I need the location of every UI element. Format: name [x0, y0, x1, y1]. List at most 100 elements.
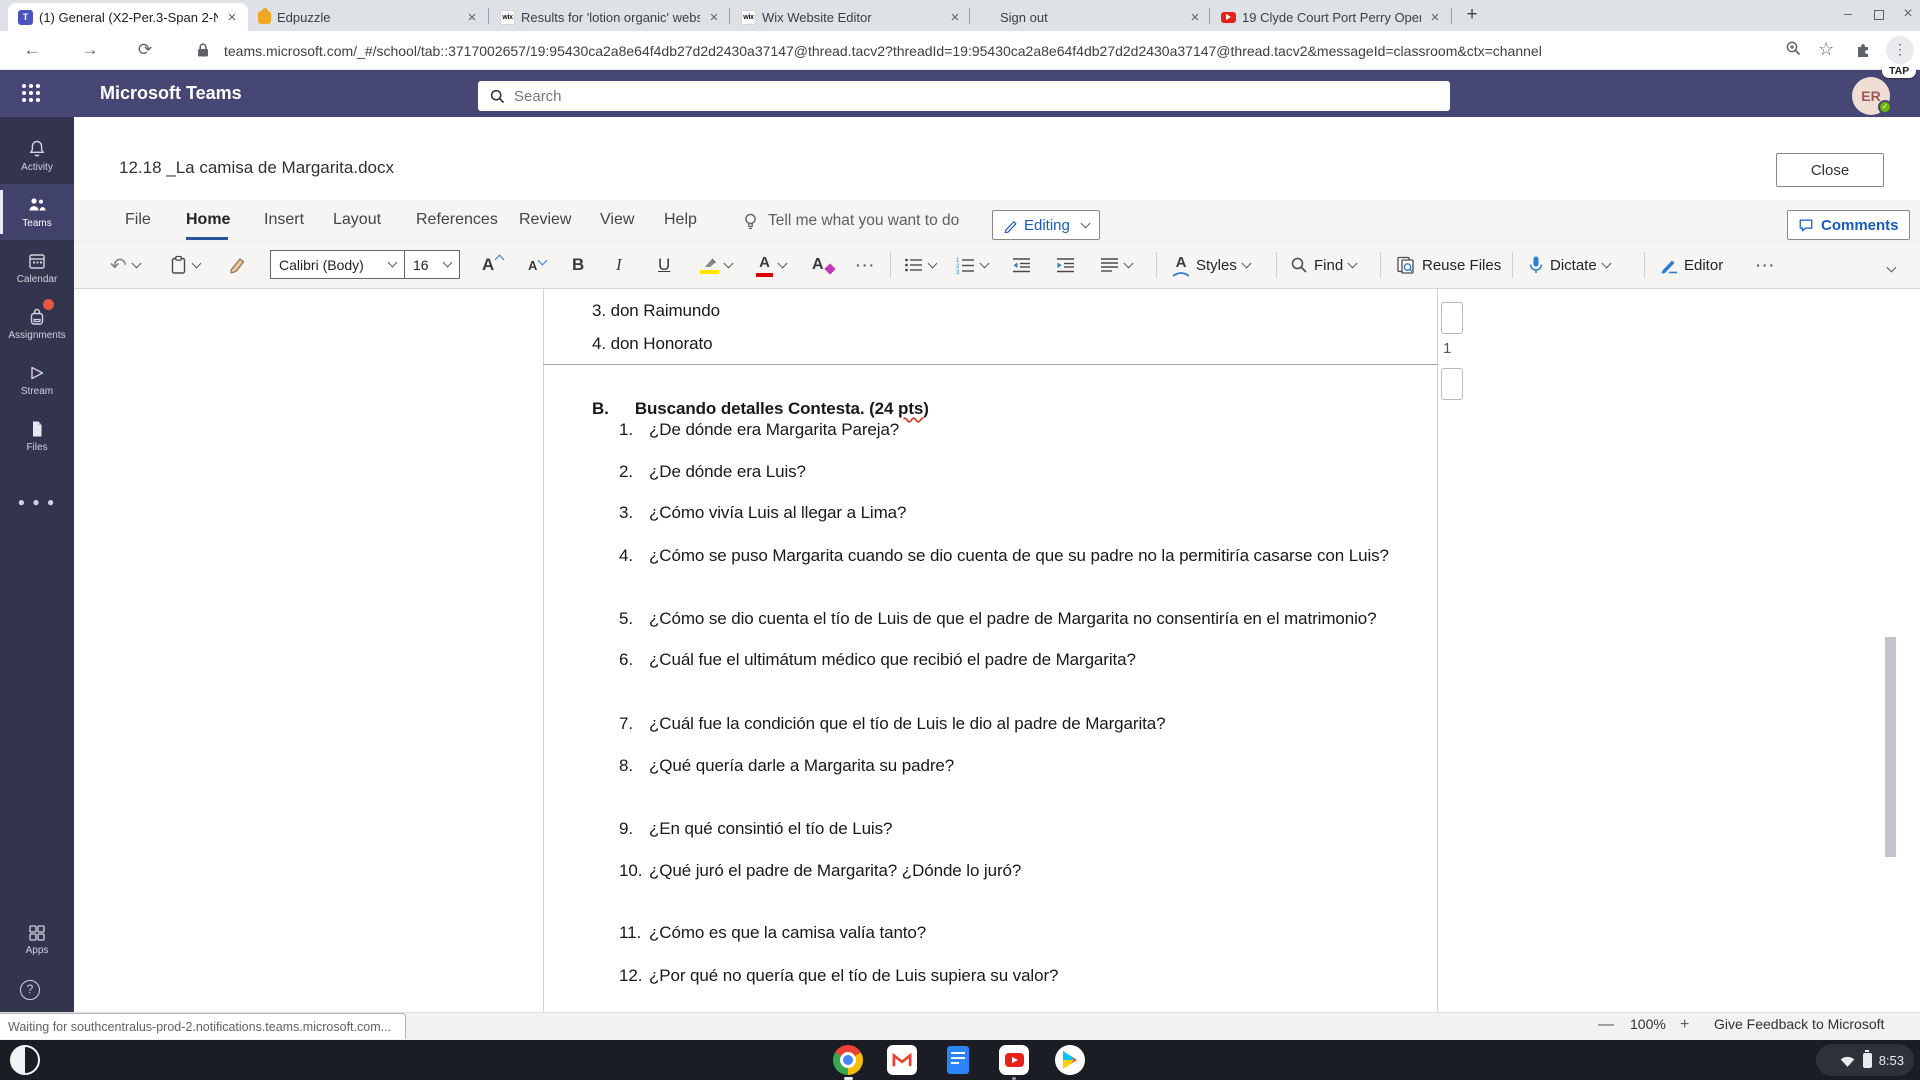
feedback-link[interactable]: Give Feedback to Microsoft	[1714, 1016, 1884, 1032]
ribbon-tab-help[interactable]: Help	[664, 211, 697, 229]
ribbon-tab-file[interactable]: File	[125, 211, 151, 229]
browser-menu-icon[interactable]: ⋮	[1886, 36, 1914, 64]
zoom-out-button[interactable]: —	[1598, 1016, 1614, 1034]
tab-close-icon[interactable]: ×	[1427, 9, 1443, 26]
lock-icon[interactable]	[196, 42, 210, 58]
forward-icon[interactable]: →	[78, 40, 102, 60]
sidebar-item-stream[interactable]: Stream	[0, 352, 74, 408]
bullets-button[interactable]	[904, 242, 938, 288]
zoom-in-button[interactable]: +	[1680, 1016, 1689, 1034]
tab-youtube[interactable]: 19 Clyde Court Port Perry Open ×	[1211, 3, 1451, 31]
zoom-level[interactable]: 100%	[1630, 1016, 1666, 1032]
italic-button[interactable]: I	[616, 242, 622, 288]
tab-edpuzzle[interactable]: Edpuzzle ×	[248, 3, 488, 31]
window-close-button[interactable]: ×	[1898, 5, 1918, 23]
chevron-up-icon	[494, 254, 505, 264]
alignment-button[interactable]	[1100, 242, 1134, 288]
margin-comment-box[interactable]	[1441, 302, 1463, 334]
search-input[interactable]	[514, 87, 1394, 105]
tab-title: (1) General (X2-Per.3-Span 2-Na	[39, 9, 218, 25]
font-color-button[interactable]: A	[756, 242, 788, 288]
paste-button[interactable]	[170, 242, 202, 288]
ribbon-tab-view[interactable]: View	[600, 211, 634, 229]
question-row: 4. ¿Cómo se puso Margarita cuando se dio …	[619, 546, 1389, 565]
tab-wix-editor[interactable]: wix Wix Website Editor ×	[731, 3, 971, 31]
ribbon-tab-layout[interactable]: Layout	[333, 211, 381, 229]
margin-comment-box[interactable]	[1441, 368, 1463, 400]
dictate-button[interactable]: Dictate	[1528, 242, 1612, 288]
bookmark-star-icon[interactable]: ☆	[1818, 39, 1834, 60]
reload-icon[interactable]: ⟳	[133, 40, 157, 60]
format-painter-button[interactable]	[228, 242, 248, 288]
bold-button[interactable]: B	[572, 242, 584, 288]
window-restore-button[interactable]	[1874, 10, 1884, 20]
chevron-down-icon	[1347, 258, 1358, 268]
question-row: 12. ¿Por qué no quería que el tío de Luis…	[619, 966, 1059, 985]
chevron-down-icon	[191, 258, 202, 268]
sidebar-item-activity[interactable]: Activity	[0, 128, 74, 184]
tell-me-box[interactable]: Tell me what you want to do	[768, 212, 959, 230]
sidebar-item-teams[interactable]: Teams	[0, 184, 74, 240]
highlight-button[interactable]	[700, 242, 734, 288]
underline-button[interactable]: U	[658, 242, 670, 288]
editing-mode-button[interactable]: Editing	[992, 210, 1100, 240]
waffle-menu-icon[interactable]	[22, 84, 40, 102]
find-button[interactable]: Find	[1290, 242, 1358, 288]
decrease-indent-button[interactable]	[1012, 242, 1031, 288]
numbering-button[interactable]: 123	[956, 242, 990, 288]
tab-signout[interactable]: Sign out ×	[971, 3, 1211, 31]
tab-close-icon[interactable]: ×	[464, 9, 480, 26]
zoom-page-icon[interactable]	[1785, 40, 1802, 57]
styles-button[interactable]: A Styles	[1172, 242, 1252, 288]
sidebar-item-apps[interactable]: Apps	[0, 916, 74, 964]
docs-app-icon[interactable]	[942, 1044, 974, 1076]
file-icon	[27, 419, 47, 439]
ribbon-tab-references[interactable]: References	[416, 211, 498, 229]
teams-search-box[interactable]	[478, 81, 1450, 111]
more-commands-icon[interactable]: ···	[1756, 242, 1776, 288]
sidebar-item-label: Teams	[22, 218, 52, 229]
comments-button[interactable]: Comments	[1787, 210, 1910, 240]
back-icon[interactable]: ←	[20, 40, 44, 60]
clear-formatting-button[interactable]: A	[812, 242, 836, 288]
editor-pen-icon	[1660, 256, 1678, 274]
question-row: 6. ¿Cuál fue el ultimátum médico que reci…	[619, 650, 1136, 669]
tab-teams[interactable]: T (1) General (X2-Per.3-Span 2-Na ×	[8, 3, 248, 31]
url-bar[interactable]: teams.microsoft.com/_#/school/tab::37170…	[224, 43, 1764, 59]
tab-close-icon[interactable]: ×	[224, 9, 240, 26]
vertical-scrollbar[interactable]	[1885, 637, 1896, 857]
font-size-select[interactable]: 16	[405, 251, 459, 278]
tab-wix-results[interactable]: wix Results for 'lotion organic' webs ×	[490, 3, 730, 31]
system-tray[interactable]: 8:53	[1816, 1044, 1914, 1076]
chevron-down-icon	[442, 257, 453, 268]
editor-button[interactable]: Editor	[1660, 242, 1723, 288]
tab-close-icon[interactable]: ×	[947, 9, 963, 26]
close-doc-button[interactable]: Close	[1776, 153, 1884, 187]
increase-indent-button[interactable]	[1056, 242, 1075, 288]
sidebar-item-assignments[interactable]: Assignments	[0, 296, 74, 352]
chevron-down-icon	[1123, 258, 1134, 268]
youtube-app-icon[interactable]	[998, 1044, 1030, 1076]
gmail-app-icon[interactable]	[886, 1044, 918, 1076]
tab-close-icon[interactable]: ×	[706, 9, 722, 26]
extensions-puzzle-icon[interactable]	[1855, 41, 1872, 58]
ribbon-tab-insert[interactable]: Insert	[264, 211, 304, 229]
ribbon-tab-review[interactable]: Review	[519, 211, 571, 229]
sidebar-more-icon[interactable]: ● ● ●	[0, 495, 74, 509]
tab-close-icon[interactable]: ×	[1187, 9, 1203, 26]
window-minimize-button[interactable]: –	[1838, 5, 1858, 21]
new-tab-button[interactable]: +	[1460, 4, 1484, 26]
font-name-select[interactable]: Calibri (Body)	[271, 251, 405, 278]
shrink-font-button[interactable]: A	[528, 242, 548, 288]
play-store-app-icon[interactable]	[1054, 1044, 1086, 1076]
more-font-options-icon[interactable]: ···	[856, 242, 876, 288]
undo-button[interactable]: ↶	[110, 242, 142, 288]
grow-font-button[interactable]: A	[482, 242, 505, 288]
launcher-icon[interactable]	[10, 1045, 40, 1075]
reuse-files-button[interactable]: Reuse Files	[1396, 242, 1501, 288]
ribbon-tab-home[interactable]: Home	[186, 211, 230, 229]
sidebar-item-files[interactable]: Files	[0, 408, 74, 464]
sidebar-item-calendar[interactable]: Calendar	[0, 240, 74, 296]
help-icon[interactable]: ?	[20, 980, 40, 1000]
chrome-app-icon[interactable]	[832, 1044, 864, 1076]
